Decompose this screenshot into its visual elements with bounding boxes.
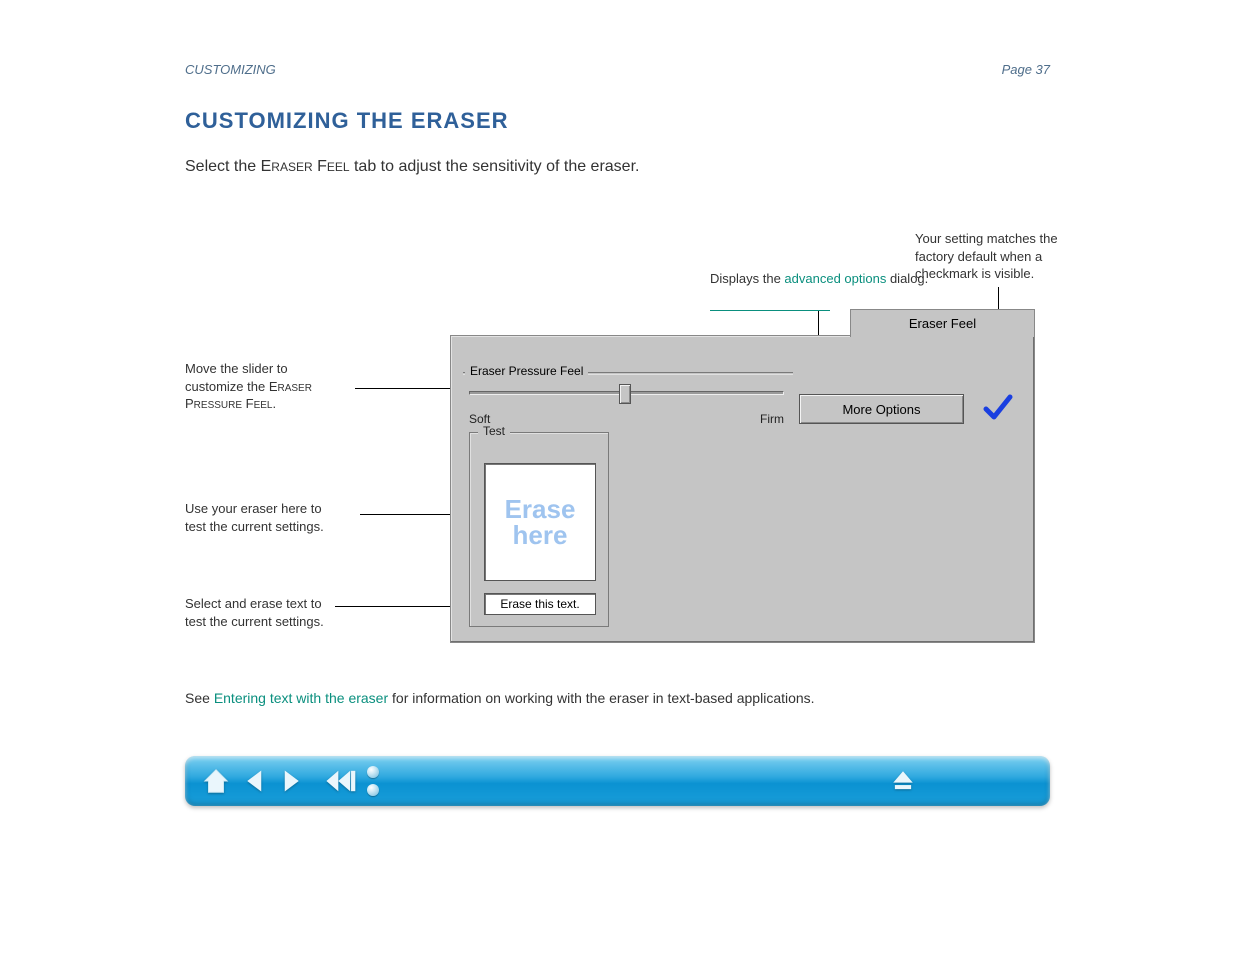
default-checkmark-icon xyxy=(982,391,1014,423)
tab-label: Eraser Feel xyxy=(909,316,976,331)
callout-text-small: RESSURE xyxy=(194,400,242,411)
callout-text: Displays the xyxy=(710,271,784,286)
page-title: CUSTOMIZING THE ERASER xyxy=(185,108,509,134)
callout-text: Your setting matches the xyxy=(915,230,1115,248)
tab-eraser-feel[interactable]: Eraser Feel xyxy=(850,309,1035,337)
callout-text: F xyxy=(242,396,254,411)
back-icon[interactable] xyxy=(239,764,273,798)
more-options-button[interactable]: More Options xyxy=(799,394,964,424)
callout-more-options: Displays the advanced options dialog. xyxy=(710,270,940,288)
erase-text-input[interactable]: Erase this text. xyxy=(484,593,596,615)
dot-icon xyxy=(367,766,379,778)
callout-test-canvas: Use your eraser here to test the current… xyxy=(185,500,385,535)
callout-text: Select and erase text to xyxy=(185,595,385,613)
home-icon[interactable] xyxy=(199,764,233,798)
body-text-part: F xyxy=(313,158,327,175)
header-page-number: Page 37 xyxy=(1002,62,1050,77)
footnote: See Entering text with the eraser for in… xyxy=(185,690,1045,706)
test-group: Test Erase here Erase this text. xyxy=(469,432,609,627)
callout-text: P xyxy=(185,396,194,411)
eraser-pressure-slider[interactable] xyxy=(469,391,784,395)
prev-section-icon[interactable] xyxy=(323,764,357,798)
leader-line xyxy=(355,388,460,389)
header-section: CUSTOMIZING xyxy=(185,62,276,77)
footnote-text: See xyxy=(185,690,214,706)
footnote-text: for information on working with the eras… xyxy=(388,690,814,706)
forward-icon[interactable] xyxy=(273,764,307,798)
callout-test-input: Select and erase text to test the curren… xyxy=(185,595,385,630)
callout-text: checkmark is visible. xyxy=(915,265,1115,283)
view-toggle-dots[interactable] xyxy=(367,766,379,796)
callout-text-small: RASER xyxy=(278,383,312,394)
erase-test-canvas-text: Erase here xyxy=(505,496,576,548)
callout-text: Move the slider to xyxy=(185,360,385,378)
callout-text: . xyxy=(273,396,277,411)
body-text-part: Select the E xyxy=(185,158,271,175)
test-group-label: Test xyxy=(478,424,510,438)
callout-checkmark: Your setting matches the factory default… xyxy=(915,230,1115,283)
body-text-part: tab to adjust the sensitivity of the era… xyxy=(350,158,640,175)
callout-text-small: EEL xyxy=(254,400,273,411)
slider-thumb[interactable] xyxy=(619,384,631,404)
dot-icon xyxy=(367,784,379,796)
erase-test-canvas[interactable]: Erase here xyxy=(484,463,596,581)
leader-underline xyxy=(710,310,830,311)
entering-text-link[interactable]: Entering text with the eraser xyxy=(214,690,388,706)
eraser-feel-dialog: Eraser Feel Eraser Pressure Feel Soft Fi… xyxy=(450,335,1035,643)
body-text-small: EEL xyxy=(327,160,350,174)
advanced-options-link[interactable]: advanced options xyxy=(784,271,886,286)
navigation-bar xyxy=(185,756,1050,806)
callout-text: Use your eraser here to xyxy=(185,500,385,518)
canvas-text-line: here xyxy=(505,522,576,548)
canvas-text-line: Erase xyxy=(505,496,576,522)
input-value: Erase this text. xyxy=(500,597,579,611)
callout-text: test the current settings. xyxy=(185,518,385,536)
callout-slider: Move the slider to customize the ERASER … xyxy=(185,360,385,413)
pressure-group-label: Eraser Pressure Feel xyxy=(465,364,588,378)
callout-text: customize the E xyxy=(185,379,278,394)
slider-max-label: Firm xyxy=(760,412,784,426)
body-text-small: RASER xyxy=(271,160,312,174)
button-label: More Options xyxy=(842,402,920,417)
body-text: Select the ERASER FEEL tab to adjust the… xyxy=(185,155,1045,179)
callout-text: factory default when a xyxy=(915,248,1115,266)
callout-text: test the current settings. xyxy=(185,613,385,631)
eject-icon[interactable] xyxy=(886,764,920,798)
